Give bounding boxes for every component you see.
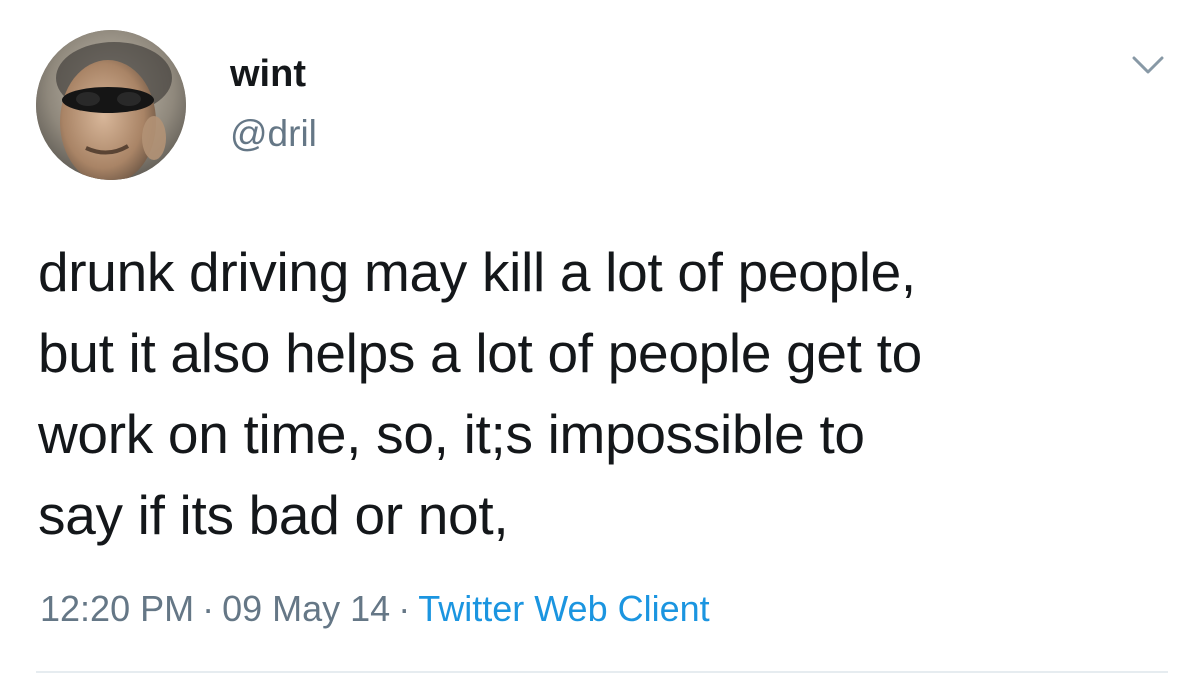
separator: · xyxy=(202,588,215,629)
tweet-time[interactable]: 12:20 PM xyxy=(40,588,194,629)
tweet-date[interactable]: 09 May 14 xyxy=(222,588,390,629)
avatar[interactable] xyxy=(36,30,186,180)
chevron-down-icon[interactable] xyxy=(1128,50,1168,80)
tweet-metadata: 12:20 PM · 09 May 14 · Twitter Web Client xyxy=(40,586,710,632)
client-link[interactable]: Twitter Web Client xyxy=(418,588,709,629)
display-name[interactable]: wint xyxy=(230,52,306,96)
tweet-card: wint @dril drunk driving may kill a lot … xyxy=(0,0,1200,685)
divider xyxy=(36,671,1168,673)
avatar-image xyxy=(36,30,186,180)
tweet-text: drunk driving may kill a lot of people, … xyxy=(38,241,922,546)
user-handle[interactable]: @dril xyxy=(230,112,317,156)
separator: · xyxy=(398,588,411,629)
